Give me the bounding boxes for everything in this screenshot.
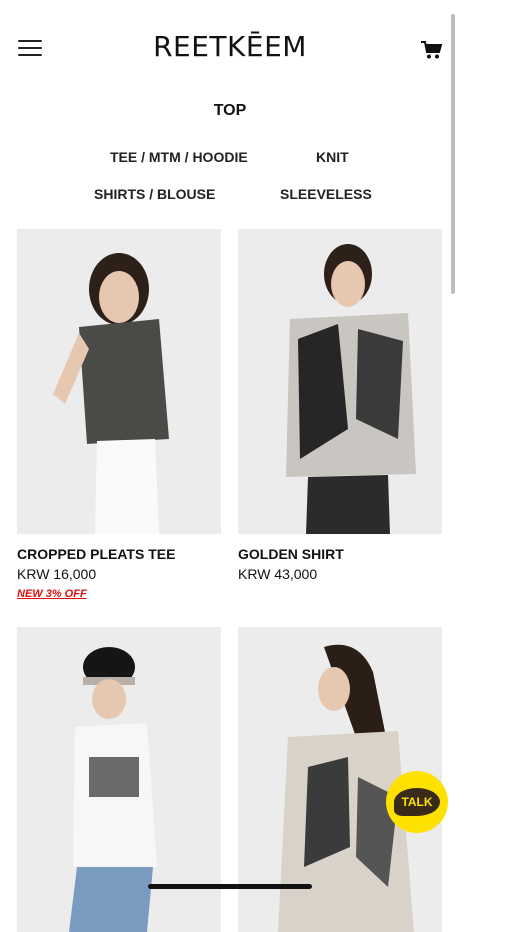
- subcategory-knit[interactable]: KNIT: [316, 149, 349, 165]
- scrollbar[interactable]: [451, 14, 455, 294]
- product-name[interactable]: CROPPED PLEATS TEE: [17, 546, 221, 562]
- subcategory-sleeveless[interactable]: SLEEVELESS: [280, 186, 372, 202]
- product-price: KRW 16,000: [17, 566, 97, 582]
- product-card[interactable]: CROPPED PLEATS TEE KRW 16,000 NEW 3% OFF: [17, 229, 221, 600]
- subcategory-tee-mtm-hoodie[interactable]: TEE / MTM / HOODIE: [110, 149, 248, 165]
- product-name[interactable]: GOLDEN SHIRT: [238, 546, 442, 562]
- brand-logo[interactable]: REETKĒEM: [0, 30, 460, 63]
- product-image[interactable]: [238, 229, 442, 534]
- header: REETKĒEM: [0, 0, 460, 100]
- product-card[interactable]: GOLDEN SHIRT KRW 43,000: [238, 229, 442, 582]
- subcategory-shirts-blouse[interactable]: SHIRTS / BLOUSE: [94, 186, 215, 202]
- discount-badge: NEW 3% OFF: [17, 588, 87, 600]
- cart-icon[interactable]: [420, 40, 444, 60]
- product-image[interactable]: [17, 229, 221, 534]
- talk-chat-button[interactable]: TALK: [386, 771, 448, 833]
- category-title: TOP: [213, 102, 247, 119]
- home-indicator: [148, 884, 312, 889]
- talk-chat-icon: TALK: [394, 788, 440, 816]
- product-price: KRW 43,000: [238, 566, 318, 582]
